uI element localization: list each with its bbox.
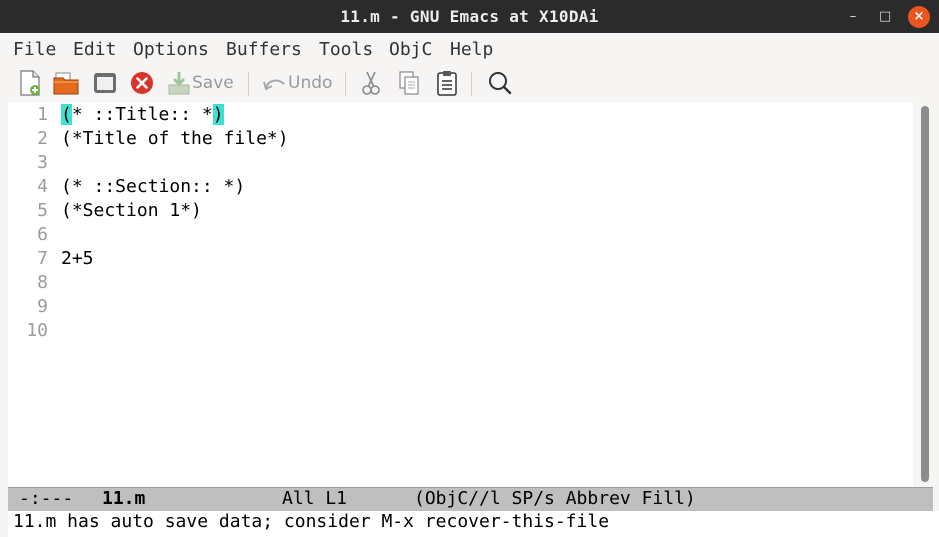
minimize-button[interactable]: –	[842, 6, 864, 28]
code-text: * ::Title:: *	[71, 104, 213, 125]
open-folder-icon	[53, 72, 79, 95]
window-title: 11.m - GNU Emacs at X10DAi	[340, 7, 599, 26]
echo-area[interactable]: 11.m has auto save data; consider M-x re…	[8, 511, 939, 537]
matching-paren-open: (	[61, 104, 72, 125]
dired-icon	[94, 73, 116, 93]
undo-icon	[263, 79, 285, 91]
close-button[interactable]: ×	[908, 6, 930, 28]
cut-icon	[362, 71, 380, 95]
undo-button[interactable]: Undo	[262, 70, 332, 96]
modeline-position: All L1	[282, 488, 348, 509]
echo-message: 11.m has auto save data; consider M-x re…	[13, 511, 610, 532]
save-button[interactable]: Save	[168, 70, 234, 96]
emacs-window: 11.m - GNU Emacs at X10DAi – □ × File Ed…	[0, 0, 939, 537]
menu-tools[interactable]: Tools	[319, 39, 373, 60]
menu-help[interactable]: Help	[450, 39, 493, 60]
line-number: 3	[37, 152, 48, 173]
left-fringe	[0, 102, 8, 537]
code-line[interactable]: (* ::Title:: *)	[61, 104, 224, 125]
search-icon	[489, 72, 512, 95]
kill-buffer-icon	[131, 72, 153, 94]
modeline-buffer-name[interactable]: 11.m	[102, 488, 145, 509]
save-icon	[168, 72, 190, 95]
new-file-icon	[20, 70, 40, 96]
menu-file[interactable]: File	[13, 39, 56, 60]
line-number: 10	[26, 320, 48, 341]
toolbar-separator	[345, 72, 346, 96]
new-file-button[interactable]	[18, 70, 42, 96]
menu-bar: File Edit Options Buffers Tools ObjC Hel…	[0, 33, 939, 64]
toolbar-separator	[248, 72, 249, 96]
menu-buffers[interactable]: Buffers	[226, 39, 302, 60]
menu-edit[interactable]: Edit	[73, 39, 116, 60]
cut-button[interactable]	[359, 70, 383, 96]
title-bar[interactable]: 11.m - GNU Emacs at X10DAi – □ ×	[0, 0, 939, 33]
menu-objc[interactable]: ObjC	[389, 39, 432, 60]
modeline-modes[interactable]: (ObjC//l SP/s Abbrev Fill)	[414, 488, 696, 509]
undo-label: Undo	[288, 73, 333, 93]
paste-icon	[437, 71, 457, 96]
vertical-scrollbar[interactable]	[913, 102, 939, 487]
save-label: Save	[192, 73, 234, 93]
kill-buffer-button[interactable]	[129, 70, 155, 96]
line-number: 8	[37, 272, 48, 293]
copy-icon	[399, 71, 419, 95]
line-number: 1	[37, 104, 48, 125]
line-number: 6	[37, 224, 48, 245]
code-line[interactable]: (*Section 1*)	[61, 200, 202, 221]
dired-button[interactable]	[92, 70, 118, 96]
line-number: 4	[37, 176, 48, 197]
code-line[interactable]: (* ::Section:: *)	[61, 176, 245, 197]
line-number: 2	[37, 128, 48, 149]
mode-line[interactable]: -:--- 11.m All L1 (ObjC//l SP/s Abbrev F…	[8, 487, 933, 511]
line-number: 9	[37, 296, 48, 317]
maximize-button[interactable]: □	[874, 6, 896, 28]
tool-bar: Save Undo	[0, 64, 939, 102]
code-line[interactable]: (*Title of the file*)	[61, 128, 289, 149]
paste-button[interactable]	[435, 70, 459, 96]
line-number: 7	[37, 248, 48, 269]
search-button[interactable]	[487, 70, 513, 96]
open-file-button[interactable]	[53, 70, 79, 96]
copy-button[interactable]	[397, 70, 421, 96]
editor-buffer[interactable]: 1 2 3 4 5 6 7 8 9 10 (* ::Title:: *) (*T…	[8, 102, 913, 487]
scrollbar-thumb[interactable]	[921, 106, 929, 482]
matching-paren-close: )	[212, 104, 224, 125]
line-number: 5	[37, 200, 48, 221]
code-line[interactable]: 2+5	[61, 248, 94, 269]
menu-options[interactable]: Options	[133, 39, 209, 60]
modeline-status: -:---	[19, 488, 74, 509]
toolbar-separator	[471, 72, 472, 96]
